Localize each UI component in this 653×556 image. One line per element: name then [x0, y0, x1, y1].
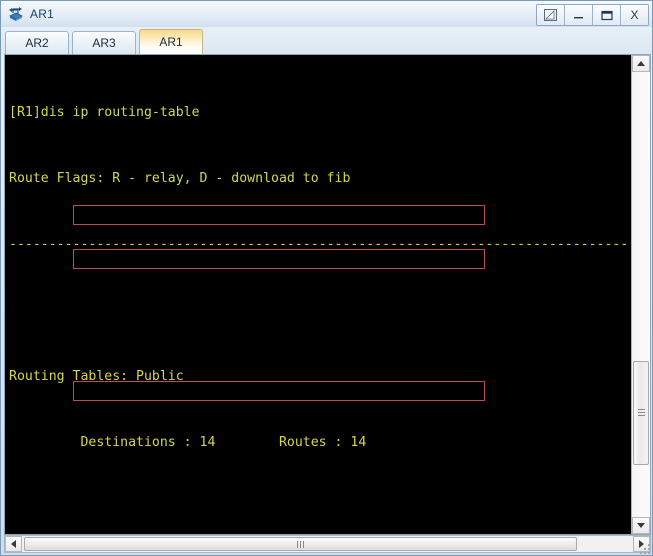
terminal-output-area[interactable]: [R1]dis ip routing-table Route Flags: R …	[5, 55, 631, 534]
tab-ar1[interactable]: AR1	[139, 29, 203, 54]
tab-ar1-label: AR1	[159, 35, 183, 49]
window-title: AR1	[30, 7, 54, 21]
device-tab-strip: AR2 AR3 AR1	[1, 27, 652, 54]
scroll-left-arrow-icon[interactable]	[5, 536, 22, 552]
terminal-panel: [R1]dis ip routing-table Route Flags: R …	[4, 54, 651, 535]
tab-ar3[interactable]: AR3	[72, 31, 136, 54]
horizontal-scrollbar[interactable]	[4, 535, 651, 553]
minimize-button[interactable]	[565, 5, 593, 25]
terminal-line: ----------------------------------------…	[9, 237, 629, 252]
title-bar: AR1 X	[1, 1, 652, 27]
title-bar-left: AR1	[1, 6, 54, 22]
vertical-scroll-thumb[interactable]	[633, 361, 649, 465]
maximize-button[interactable]	[593, 5, 621, 25]
terminal-line: Destinations : 14 Routes : 14	[9, 435, 367, 450]
vertical-scroll-track[interactable]	[632, 72, 650, 517]
horizontal-scroll-thumb[interactable]	[24, 537, 577, 551]
scroll-thumb-grip-icon	[638, 409, 645, 416]
terminal-text: [R1]dis ip routing-table Route Flags: R …	[9, 58, 631, 534]
scroll-thumb-grip-icon	[297, 540, 304, 548]
close-button[interactable]: X	[621, 5, 648, 25]
window-controls: X	[536, 4, 649, 26]
router-icon	[7, 6, 25, 22]
scroll-up-arrow-icon[interactable]	[632, 55, 650, 72]
restore-button[interactable]	[537, 5, 565, 25]
terminal-line: Route Flags: R - relay, D - download to …	[9, 171, 351, 186]
ar1-console-window: AR1 X AR2 AR3 AR1 [R1]dis ip routing-tab…	[0, 0, 653, 556]
close-label: X	[630, 8, 639, 22]
tab-ar3-label: AR3	[92, 36, 116, 50]
tab-ar2[interactable]: AR2	[5, 31, 69, 54]
vertical-scrollbar[interactable]	[631, 55, 650, 534]
tab-ar2-label: AR2	[25, 36, 49, 50]
terminal-line: [R1]dis ip routing-table	[9, 105, 200, 120]
scroll-down-arrow-icon[interactable]	[632, 517, 650, 534]
resize-grip-icon[interactable]	[638, 542, 650, 554]
terminal-line: Routing Tables: Public	[9, 369, 184, 384]
